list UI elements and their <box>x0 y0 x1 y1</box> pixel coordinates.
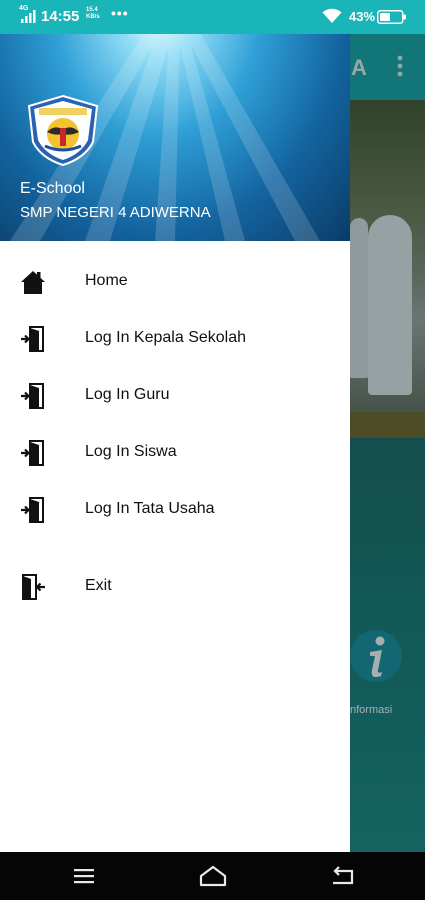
login-door-icon <box>21 383 44 409</box>
drawer-app-name: E-School <box>20 180 85 197</box>
menu-item-login-siswa[interactable]: Log In Siswa <box>0 424 350 480</box>
notification-overflow: ••• <box>111 5 129 21</box>
status-bar: 4G 14:55 15.4 KB/s ••• 43% <box>0 0 425 34</box>
menu-item-home[interactable]: Home <box>0 253 350 309</box>
menu-label-login-kepala-sekolah: Log In Kepala Sekolah <box>85 329 247 346</box>
wifi-icon <box>322 8 342 23</box>
school-logo <box>27 94 99 167</box>
battery-icon <box>377 10 406 24</box>
menu-label-login-tata-usaha: Log In Tata Usaha <box>85 500 215 517</box>
menu-label-home: Home <box>85 272 128 289</box>
login-door-icon <box>21 326 44 352</box>
network-speed: 15.4 KB/s <box>86 7 100 20</box>
navigation-drawer: E-School SMP NEGERI 4 ADIWERNA Home Log … <box>0 34 350 852</box>
menu-icon[interactable] <box>72 864 96 888</box>
login-door-icon <box>21 440 44 466</box>
drawer-scrim[interactable] <box>350 34 425 852</box>
menu-label-login-guru: Log In Guru <box>85 386 170 403</box>
menu-item-login-tata-usaha[interactable]: Log In Tata Usaha <box>0 481 350 537</box>
home-icon[interactable] <box>199 864 227 888</box>
clock: 14:55 <box>41 8 80 25</box>
exit-door-icon <box>22 574 45 600</box>
menu-label-exit: Exit <box>85 577 112 594</box>
menu-item-exit[interactable]: Exit <box>0 558 350 614</box>
signal-icon <box>21 10 36 23</box>
menu-item-login-kepala-sekolah[interactable]: Log In Kepala Sekolah <box>0 310 350 366</box>
system-nav-bar <box>0 852 425 900</box>
drawer-school-name: SMP NEGERI 4 ADIWERNA <box>20 204 211 221</box>
drawer-header: E-School SMP NEGERI 4 ADIWERNA <box>0 34 350 241</box>
battery-percent: 43% <box>349 9 376 24</box>
menu-label-login-siswa: Log In Siswa <box>85 443 177 460</box>
home-icon <box>21 271 45 294</box>
back-icon[interactable] <box>330 864 356 888</box>
login-door-icon <box>21 497 44 523</box>
menu-item-login-guru[interactable]: Log In Guru <box>0 367 350 423</box>
